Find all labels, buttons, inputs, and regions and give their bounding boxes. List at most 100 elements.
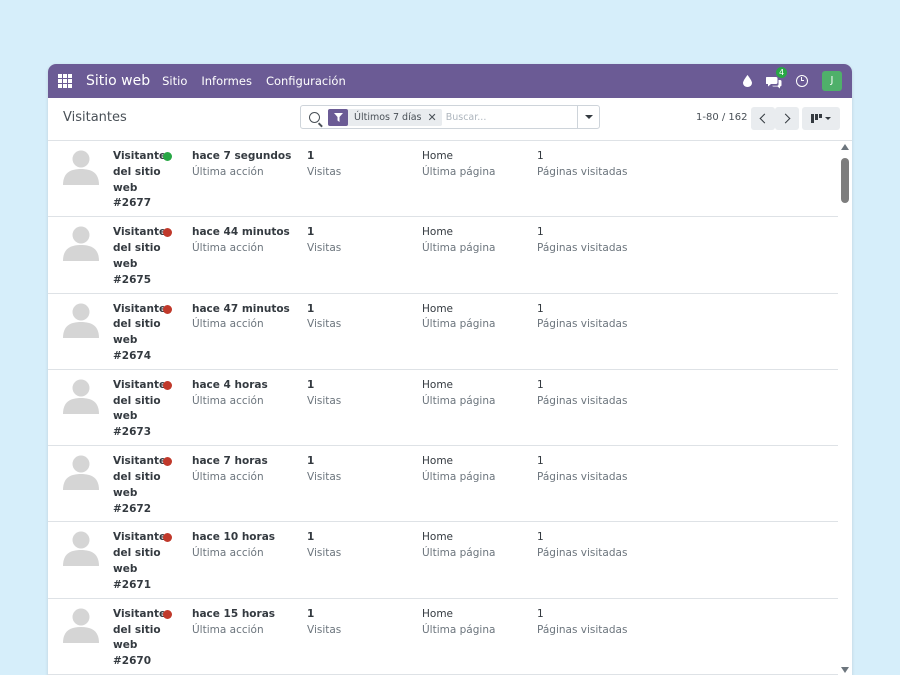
- last-action-field: hace 15 horas Última acción: [192, 607, 275, 639]
- messaging-button[interactable]: 4: [765, 67, 787, 89]
- last-action-value: hace 7 segundos: [192, 150, 292, 162]
- app-brand[interactable]: Sitio web: [86, 73, 150, 89]
- last-page-label: Última página: [422, 318, 496, 331]
- status-dot-icon: [163, 152, 172, 161]
- chevron-right-icon: [780, 113, 791, 124]
- last-action-field: hace 7 segundos Última acción: [192, 149, 291, 181]
- activity-clock-icon[interactable]: [796, 75, 808, 87]
- menu-informes[interactable]: Informes: [201, 74, 252, 88]
- visitor-name: Visitante del sitio web #2674: [113, 302, 167, 362]
- visits-label: Visitas: [307, 547, 342, 560]
- list-item[interactable]: Visitante del sitio web #2670 hace 15 ho…: [48, 599, 838, 675]
- pager-next-button[interactable]: [775, 107, 799, 130]
- status-dot-icon: [163, 609, 172, 619]
- close-icon[interactable]: ✕: [426, 111, 442, 124]
- avatar-placeholder-icon: [63, 226, 99, 262]
- pages-visited-value: 1: [537, 226, 544, 239]
- last-page-label: Última página: [422, 547, 496, 560]
- visits-field: 1 Visitas: [307, 454, 341, 486]
- last-action-value: hace 10 horas: [192, 531, 276, 544]
- visits-value: 1: [307, 302, 315, 315]
- pages-visited-field: 1 Páginas visitadas: [537, 302, 627, 334]
- pages-visited-value: 1: [537, 607, 544, 620]
- last-page-field: Home Última página: [422, 454, 495, 486]
- avatar-placeholder-icon: [63, 303, 99, 338]
- status-dot-icon: [163, 380, 172, 390]
- list-item[interactable]: Visitante del sitio web #2672 hace 7 hor…: [48, 446, 838, 523]
- visits-field: 1 Visitas: [307, 378, 341, 410]
- user-avatar[interactable]: J: [822, 71, 842, 91]
- menu-sitio[interactable]: Sitio: [162, 74, 187, 88]
- visits-label: Visitas: [307, 394, 342, 407]
- last-page-label: Última página: [422, 470, 496, 483]
- list-item[interactable]: Visitante del sitio web #2677 hace 7 seg…: [48, 141, 838, 218]
- scrollbar-thumb[interactable]: [841, 158, 849, 203]
- pages-visited-value: 1: [537, 302, 544, 315]
- visits-label: Visitas: [307, 470, 342, 483]
- list-item[interactable]: Visitante del sitio web #2674 hace 47 mi…: [48, 294, 838, 370]
- last-page-label: Última página: [422, 394, 496, 407]
- pages-visited-value: 1: [537, 378, 544, 391]
- visits-field: 1 Visitas: [307, 530, 341, 562]
- visits-value: 1: [307, 455, 315, 468]
- last-action-value: hace 4 horas: [192, 378, 268, 391]
- last-action-label: Última acción: [192, 242, 264, 255]
- chevron-down-icon: [825, 117, 831, 120]
- last-page-field: Home Última página: [422, 378, 495, 410]
- visits-field: 1 Visitas: [307, 225, 341, 257]
- pages-visited-label: Páginas visitadas: [537, 470, 628, 483]
- last-action-field: hace 47 minutos Última acción: [192, 302, 290, 334]
- kanban-icon: [811, 114, 822, 123]
- list-item[interactable]: Visitante del sitio web #2675 hace 44 mi…: [48, 217, 838, 294]
- last-action-label: Última acción: [192, 165, 264, 178]
- scroll-up-arrow-icon[interactable]: [841, 144, 849, 150]
- list-item[interactable]: Visitante del sitio web #2671 hace 10 ho…: [48, 522, 838, 599]
- menu-configuracion[interactable]: Configuración: [266, 74, 346, 88]
- last-page-field: Home Última página: [422, 225, 495, 257]
- scroll-down-arrow-icon[interactable]: [841, 667, 849, 673]
- last-page-value: Home: [422, 226, 454, 239]
- filter-facet-label: Últimos 7 días: [354, 111, 422, 123]
- visitor-name: Visitante del sitio web #2677: [113, 150, 167, 210]
- last-action-value: hace 7 horas: [192, 455, 268, 468]
- breadcrumb: Visitantes: [63, 110, 127, 125]
- last-page-value: Home: [422, 302, 454, 315]
- app-window: Sitio web Sitio Informes Configuración 4…: [48, 64, 852, 675]
- pages-visited-field: 1 Páginas visitadas: [537, 149, 627, 181]
- list-item[interactable]: Visitante del sitio web #2673 hace 4 hor…: [48, 370, 838, 447]
- visits-value: 1: [307, 378, 315, 391]
- scrollbar[interactable]: [838, 141, 852, 675]
- last-page-value: Home: [422, 150, 454, 162]
- visitor-name: Visitante del sitio web #2675: [113, 226, 167, 286]
- last-page-value: Home: [422, 378, 454, 391]
- last-page-field: Home Última página: [422, 607, 495, 639]
- search-options-toggle[interactable]: [577, 106, 599, 128]
- search-bar[interactable]: Últimos 7 días ✕: [300, 105, 600, 129]
- filter-facet[interactable]: Últimos 7 días ✕: [328, 108, 442, 126]
- last-action-label: Última acción: [192, 623, 264, 636]
- last-action-value: hace 47 minutos: [192, 302, 290, 315]
- search-input[interactable]: [445, 111, 566, 123]
- pager-previous-button[interactable]: [751, 107, 775, 130]
- pages-visited-value: 1: [537, 455, 544, 468]
- last-page-field: Home Última página: [422, 302, 495, 334]
- last-page-label: Última página: [422, 165, 496, 178]
- last-page-label: Última página: [422, 242, 496, 255]
- last-page-field: Home Última página: [422, 530, 495, 562]
- last-action-label: Última acción: [192, 318, 264, 331]
- top-navbar: Sitio web Sitio Informes Configuración 4…: [48, 64, 852, 98]
- chevron-left-icon: [759, 113, 770, 124]
- pages-visited-field: 1 Páginas visitadas: [537, 454, 627, 486]
- tint-icon[interactable]: [743, 75, 752, 87]
- visits-label: Visitas: [307, 623, 342, 636]
- last-action-value: hace 44 minutos: [192, 226, 290, 239]
- view-switcher-button[interactable]: [802, 107, 840, 130]
- search-icon[interactable]: [309, 111, 320, 123]
- last-page-value: Home: [422, 607, 454, 620]
- pages-visited-label: Páginas visitadas: [537, 623, 628, 636]
- visits-field: 1 Visitas: [307, 302, 341, 334]
- visits-field: 1 Visitas: [307, 607, 341, 639]
- pager-value[interactable]: 1-80 / 162: [696, 112, 748, 123]
- visitor-name: Visitante del sitio web #2672: [113, 455, 167, 515]
- apps-menu-icon[interactable]: [58, 74, 72, 88]
